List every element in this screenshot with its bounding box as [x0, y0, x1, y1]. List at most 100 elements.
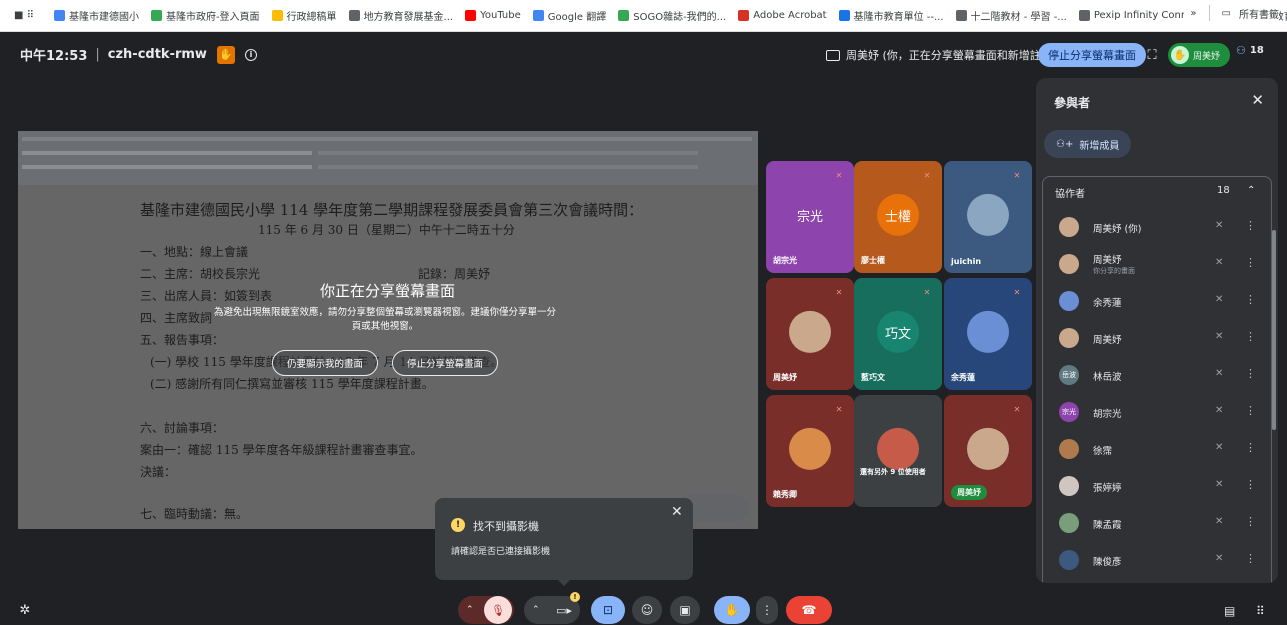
participant-tile[interactable]: ✕ 余秀蓮: [944, 278, 1032, 390]
bookmarks-right: » ▭ 所有書籤: [1184, 5, 1279, 21]
more-options-icon[interactable]: ⋮: [1245, 478, 1256, 491]
meeting-time: 中午12:53: [20, 49, 88, 64]
more-options-icon[interactable]: ⋮: [1245, 330, 1256, 343]
participant-tile[interactable]: ✕ 宗光 胡宗光: [766, 161, 854, 273]
bookmark-item[interactable]: SOGO雜誌-我們的...: [612, 5, 732, 27]
mic-off-icon: ✕: [1215, 479, 1224, 490]
show-anyway-button[interactable]: 仍要顯示我的畫面: [272, 350, 379, 376]
participant-row[interactable]: 徐霈 ✕ ⋮: [1049, 431, 1269, 467]
activities-icon[interactable]: ⠿: [1256, 604, 1265, 618]
avatar: [789, 310, 831, 353]
more-options-icon[interactable]: ⋮: [1245, 515, 1256, 528]
participant-row[interactable]: 余秀蓮 ✕ ⋮: [1049, 283, 1269, 319]
close-icon[interactable]: ✕: [1251, 91, 1264, 109]
stop-share-overlay-button[interactable]: 停止分享螢幕畫面: [392, 350, 499, 376]
panel-scrollbar[interactable]: [1272, 230, 1276, 430]
participant-tile[interactable]: ✕ 賴秀卿: [766, 395, 854, 507]
participant-name: 林岳波: [1093, 372, 1122, 383]
toast-title: 找不到攝影機: [473, 520, 539, 533]
collaborators-header[interactable]: 協作者 18 ⌃: [1055, 185, 1261, 200]
emoji-icon[interactable]: ☺: [632, 596, 662, 624]
bookmarks-more-button[interactable]: »: [1190, 8, 1196, 19]
bookmark-item[interactable]: Google 翻譯: [527, 5, 612, 27]
bookmark-item[interactable]: 基隆市教育單位 --...: [833, 5, 950, 27]
more-options-icon[interactable]: ⋮: [1245, 441, 1256, 454]
more-options-icon[interactable]: ⋮: [1245, 404, 1256, 417]
participant-tile[interactable]: 還有另外 9 位使用者: [854, 395, 942, 507]
raise-hand-icon[interactable]: ✋: [714, 596, 750, 624]
chat-icon[interactable]: ▤: [1224, 604, 1235, 618]
participant-tile[interactable]: ✕ 周美妤: [766, 278, 854, 390]
folder-icon: ▭: [1221, 7, 1231, 19]
bookmark-item[interactable]: 基隆市政府-登入頁面: [145, 5, 266, 27]
more-options-icon[interactable]: ⋮: [1245, 256, 1256, 269]
meet-topbar: 中午12:53 | czh-cdtk-rmw ✋ i 周美妤 (你，正在分享螢幕…: [0, 32, 1287, 76]
doc-line: 案由一：確認 115 學年度各年級課程計畫審查事宜。: [140, 443, 423, 457]
close-icon[interactable]: ✕: [671, 504, 683, 520]
participant-row[interactable]: 周美妤 (你) ✕ ⋮: [1049, 209, 1269, 245]
participant-row[interactable]: 陳孟霞 ✕ ⋮: [1049, 505, 1269, 541]
bookmark-item[interactable]: YouTube: [459, 5, 527, 27]
people-count: 18: [1249, 45, 1264, 56]
bookmark-favicon-icon: [838, 10, 850, 21]
stop-share-top-button[interactable]: 停止分享螢幕畫面: [1038, 43, 1146, 67]
bookmark-label: 基隆市建德國小: [68, 12, 139, 23]
avatar: [1059, 217, 1079, 237]
people-button[interactable]: ⚇ 18: [1236, 44, 1264, 57]
bookmark-item[interactable]: Pexip Infinity Conn...: [1073, 5, 1203, 27]
captions-icon[interactable]: ▣: [670, 596, 700, 624]
mic-off-icon[interactable]: 🎙: [484, 596, 512, 624]
participant-row[interactable]: 宗光 胡宗光 ✕ ⋮: [1049, 394, 1269, 430]
participant-name: 胡宗光: [1093, 409, 1122, 420]
mic-off-icon: ✕: [835, 287, 843, 297]
bookmark-favicon-icon: [465, 10, 477, 21]
participant-name: 賴秀卿: [773, 490, 797, 499]
present-screen-icon[interactable]: ⊡: [591, 596, 625, 624]
hang-up-icon[interactable]: ☎: [786, 596, 832, 624]
participant-row[interactable]: 周美妤 ✕ ⋮: [1049, 320, 1269, 356]
raised-hands-button[interactable]: ✋ 周美妤: [1168, 43, 1230, 67]
camera-control[interactable]: ⌃ ▭▸ !: [524, 592, 580, 624]
mic-off-icon: ✕: [1013, 287, 1021, 297]
add-member-button[interactable]: ⚇+ 新增成員: [1044, 130, 1132, 158]
chevron-up-icon[interactable]: ⌃: [532, 605, 540, 615]
chevron-up-icon[interactable]: ⌃: [466, 605, 474, 615]
more-options-icon[interactable]: ⋮: [1245, 552, 1256, 565]
apps-icon[interactable]: ■ ⠿: [8, 5, 40, 27]
participant-row[interactable]: 張婷婷 ✕ ⋮: [1049, 468, 1269, 504]
annotation-off-icon[interactable]: ⛶: [1140, 43, 1164, 67]
participant-row[interactable]: 陳俊彥 ✕ ⋮: [1049, 542, 1269, 578]
avatar: [1059, 550, 1079, 570]
bookmark-label: YouTube: [480, 10, 521, 21]
screen-share-icon: [826, 49, 840, 61]
more-options-icon[interactable]: ⋮: [1245, 219, 1256, 232]
participant-name: 周美妤: [773, 373, 797, 382]
participant-tile[interactable]: ✕ juichin: [944, 161, 1032, 273]
participant-row[interactable]: 岳波 林岳波 ✕ ⋮: [1049, 357, 1269, 393]
all-bookmarks-link[interactable]: 所有書籤: [1239, 6, 1279, 21]
participant-row[interactable]: 周美妤 你分享的畫面 ✕ ⋮: [1049, 246, 1269, 282]
mic-control[interactable]: ⌃ 🎙: [458, 596, 514, 624]
more-options-icon[interactable]: ⋮: [1245, 293, 1256, 306]
chevron-up-icon[interactable]: ⌃: [1247, 185, 1255, 196]
avatar: [1059, 254, 1079, 274]
more-options-icon[interactable]: ⋮: [1245, 367, 1256, 380]
participant-tile[interactable]: ✕ 巧文 藍巧文: [854, 278, 942, 390]
participant-tile[interactable]: ✕ 周美妤: [944, 395, 1032, 507]
bookmark-item[interactable]: 基隆市建德國小: [48, 5, 145, 27]
camera-icon[interactable]: ▭▸: [556, 604, 572, 617]
share-status[interactable]: 周美妤 (你，正在分享螢幕畫面和新增註解): [826, 44, 1056, 66]
bookmark-favicon-icon: [150, 10, 162, 21]
bookmark-item[interactable]: Adobe Acrobat: [732, 5, 832, 27]
bookmark-item[interactable]: 地方教育發展基金...: [343, 5, 460, 27]
more-options-icon[interactable]: ⋮: [756, 596, 778, 624]
add-person-icon: ⚇+: [1056, 138, 1074, 150]
bookmark-item[interactable]: 行政總稿單: [266, 5, 343, 27]
mic-off-icon: ✕: [923, 287, 931, 297]
sparkle-icon[interactable]: ✲: [12, 596, 38, 624]
add-member-label: 新增成員: [1079, 140, 1120, 152]
mic-off-icon: ✕: [1215, 516, 1224, 527]
bookmark-item[interactable]: 十二階教材 - 學習 -...: [950, 5, 1073, 27]
info-icon[interactable]: i: [244, 48, 257, 61]
participant-tile[interactable]: ✕ 士權 廖士權: [854, 161, 942, 273]
